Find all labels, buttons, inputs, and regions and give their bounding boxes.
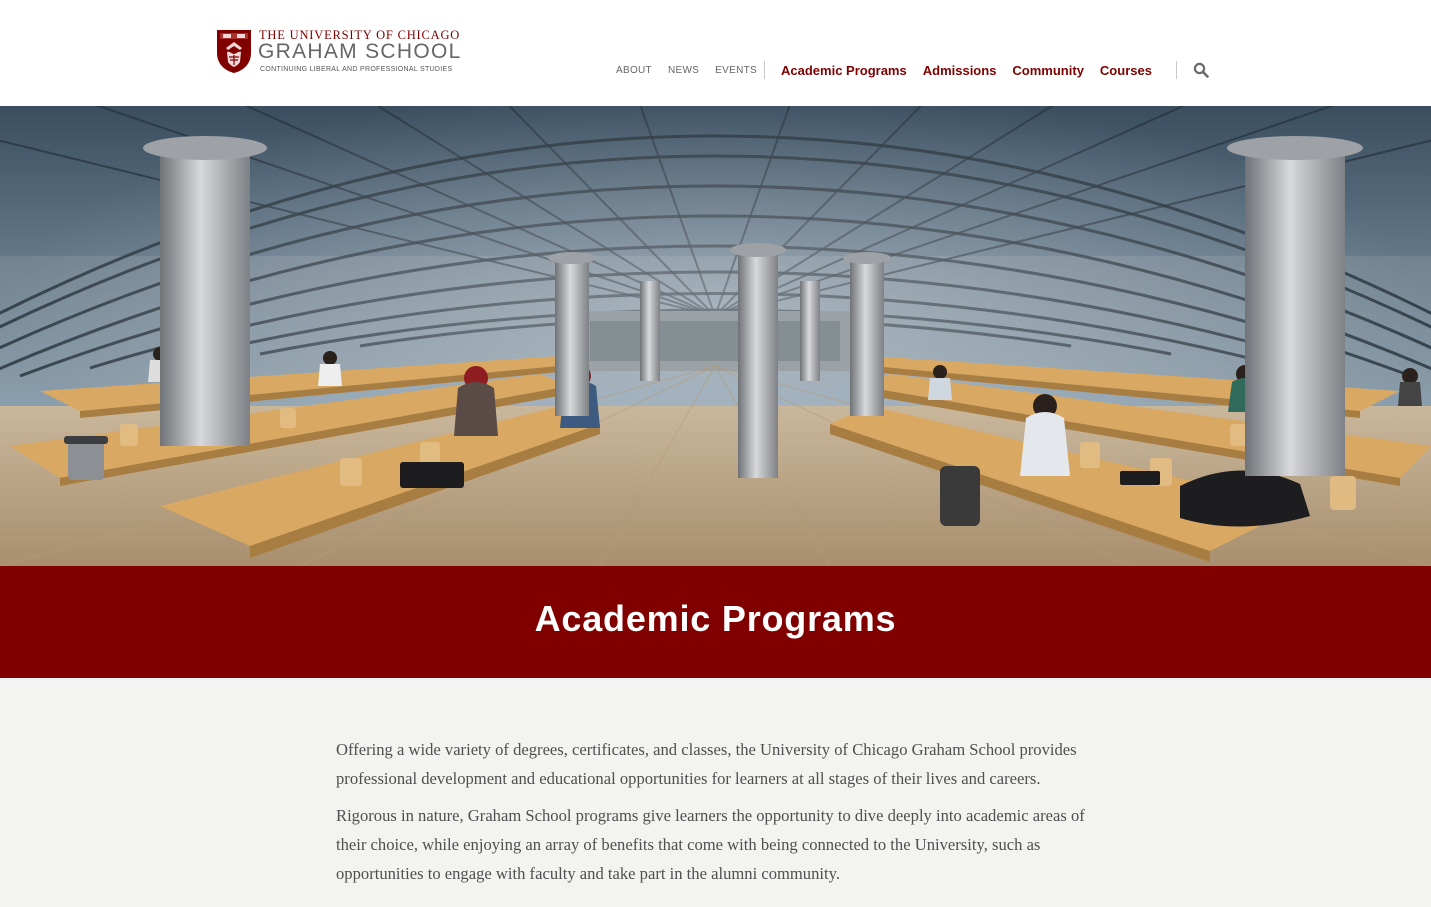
nav-courses-link[interactable]: Courses [1100,63,1152,78]
hero-banner [0,106,1431,566]
intro-paragraph-1: Offering a wide variety of degrees, cert… [336,740,1077,788]
nav-admissions-link[interactable]: Admissions [923,63,997,78]
nav-academic-programs-link[interactable]: Academic Programs [781,63,907,78]
library-hero-image [0,106,1431,566]
logo-school-name: GRAHAM SCHOOL [258,40,462,63]
university-shield-icon [217,30,251,73]
page-title-band: Academic Programs [0,566,1431,678]
graham-school-logo[interactable]: THE UNIVERSITY OF CHICAGO GRAHAM SCHOOL … [216,28,476,76]
logo-tagline: CONTINUING LIBERAL AND PROFESSIONAL STUD… [260,66,453,73]
utility-nav: ABOUT NEWS EVENTS [616,65,757,76]
site-header: THE UNIVERSITY OF CHICAGO GRAHAM SCHOOL … [0,0,1431,106]
nav-about-link[interactable]: ABOUT [616,65,652,76]
search-button[interactable] [1193,62,1209,78]
intro-paragraph-2: Rigorous in nature, Graham School progra… [336,806,1085,883]
nav-divider [764,61,765,79]
nav-events-link[interactable]: EVENTS [715,65,757,76]
nav-news-link[interactable]: NEWS [668,65,699,76]
nav-community-link[interactable]: Community [1012,63,1084,78]
nav-divider [1176,61,1177,79]
main-nav: Academic Programs Admissions Community C… [781,63,1152,78]
intro-section: Offering a wide variety of degrees, cert… [336,735,1088,896]
search-icon [1193,62,1209,78]
page-title: Academic Programs [534,598,897,639]
